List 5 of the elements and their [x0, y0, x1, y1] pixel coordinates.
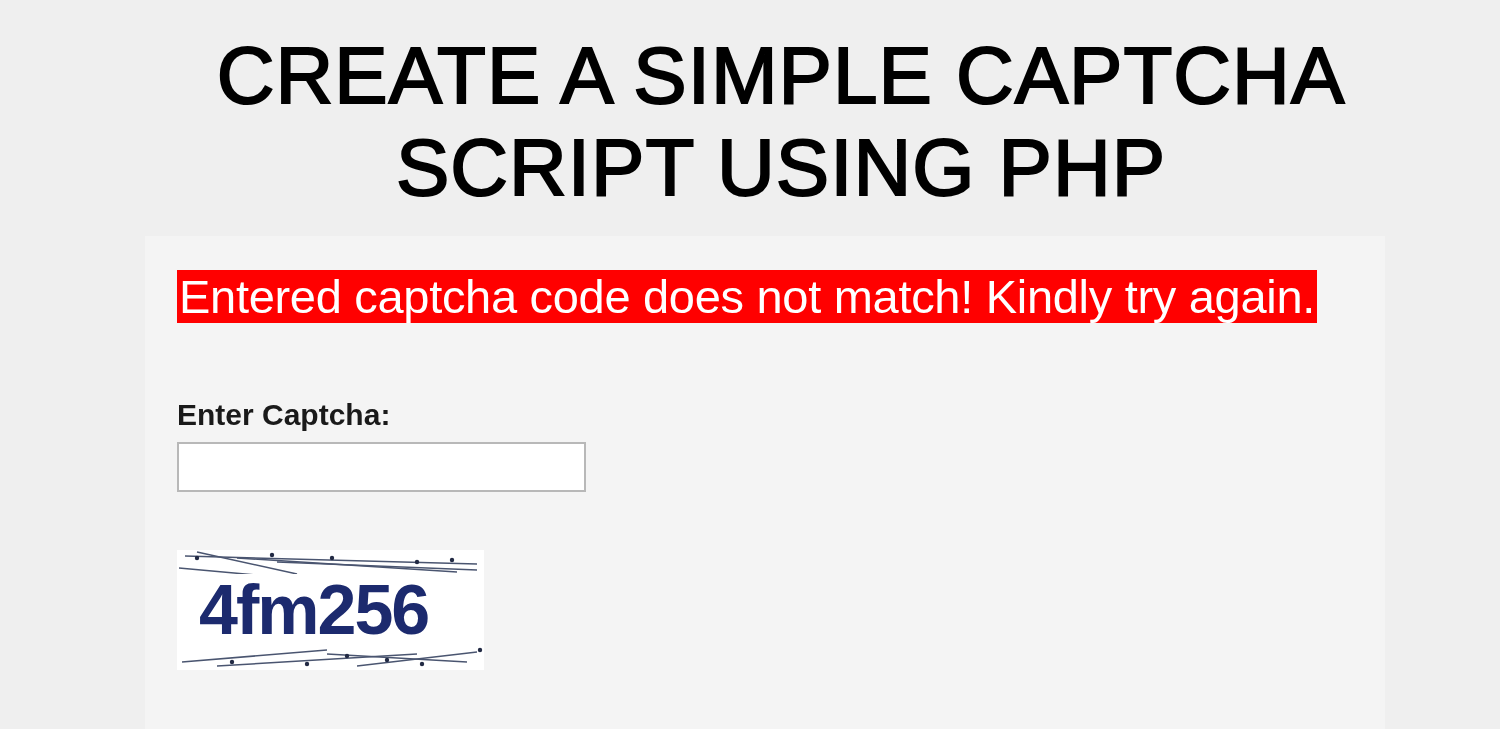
captcha-text: 4fm256 [199, 574, 429, 646]
error-message: Entered captcha code does not match! Kindly try again. [177, 270, 1317, 323]
page-title: CREATE A SIMPLE CAPTCHA SCRIPT USING PHP [215, 30, 1347, 214]
captcha-label: Enter Captcha: [177, 398, 391, 432]
captcha-input-field[interactable] [177, 442, 586, 492]
